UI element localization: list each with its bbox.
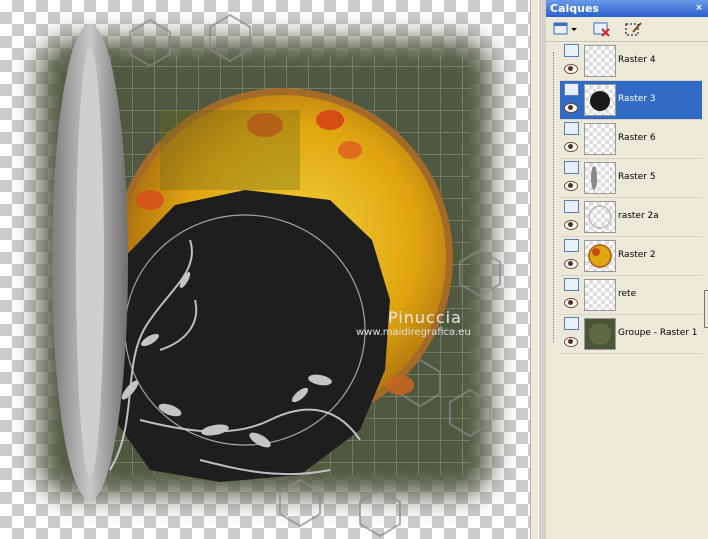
layer-thumbnail <box>584 318 616 350</box>
layer-type-icon <box>564 278 579 291</box>
layer-row-raster-5[interactable]: Raster 5 <box>560 159 702 198</box>
artwork <box>40 13 501 538</box>
layer-row-raster-4[interactable]: Raster 4 <box>560 42 702 81</box>
layer-type-icon <box>564 44 579 57</box>
layer-row-raster-2a[interactable]: raster 2a <box>560 198 702 237</box>
layer-name: Raster 3 <box>618 94 656 104</box>
layer-type-icon <box>564 122 579 135</box>
visibility-eye-icon[interactable] <box>564 103 578 113</box>
watermark-url: www.maidiregrafica.eu <box>356 327 471 338</box>
layer-row-groupe-raster-1[interactable]: Groupe - Raster 1 <box>560 315 702 354</box>
close-icon[interactable]: × <box>693 2 705 14</box>
layer-thumbnail <box>584 123 616 155</box>
palette-title-bar: Calques × <box>546 0 708 17</box>
layer-type-icon <box>564 200 579 213</box>
visibility-eye-icon[interactable] <box>564 64 578 74</box>
layer-name: raster 2a <box>618 211 659 221</box>
layer-thumbnail <box>584 201 616 233</box>
palette-title: Calques <box>550 2 599 15</box>
delete-layer-icon[interactable] <box>592 20 612 38</box>
visibility-eye-icon[interactable] <box>564 298 578 308</box>
layer-type-icon <box>564 161 579 174</box>
layer-name: Groupe - Raster 1 <box>618 328 698 338</box>
layer-list: Raster 4 Raster 3 Raster 6 Raster 5 rast… <box>546 42 708 539</box>
visibility-eye-icon[interactable] <box>564 337 578 347</box>
layer-thumbnail <box>584 84 616 116</box>
visibility-eye-icon[interactable] <box>564 142 578 152</box>
layer-row-raster-6[interactable]: Raster 6 <box>560 120 702 159</box>
palette-side-tab[interactable] <box>704 290 708 328</box>
visibility-eye-icon[interactable] <box>564 220 578 230</box>
layer-type-icon <box>564 239 579 252</box>
visibility-eye-icon[interactable] <box>564 259 578 269</box>
layers-toolbar <box>546 17 708 42</box>
watermark-name: Pinuccia <box>388 308 462 327</box>
edit-selection-icon[interactable] <box>624 20 644 38</box>
layers-palette: Calques × Raster 4 Raster 3 Raster 6 Ras… <box>546 0 708 539</box>
layer-thumbnail <box>584 279 616 311</box>
visibility-eye-icon[interactable] <box>564 181 578 191</box>
layer-name: rete <box>618 289 637 299</box>
layer-row-raster-2[interactable]: Raster 2 <box>560 237 702 276</box>
layer-name: Raster 4 <box>618 55 656 65</box>
layer-type-icon <box>564 83 579 96</box>
layer-thumbnail <box>584 240 616 272</box>
layer-thumbnail <box>584 162 616 194</box>
layer-row-raster-3[interactable]: Raster 3 <box>560 81 702 120</box>
layer-name: Raster 6 <box>618 133 656 143</box>
layer-row-rete[interactable]: rete <box>560 276 702 315</box>
layer-name: Raster 2 <box>618 250 656 260</box>
layer-thumbnail <box>584 45 616 77</box>
layer-type-icon <box>564 317 579 330</box>
image-canvas[interactable]: Pinuccia www.maidiregrafica.eu <box>0 0 530 539</box>
new-raster-layer-icon[interactable] <box>552 20 577 38</box>
layer-name: Raster 5 <box>618 172 656 182</box>
